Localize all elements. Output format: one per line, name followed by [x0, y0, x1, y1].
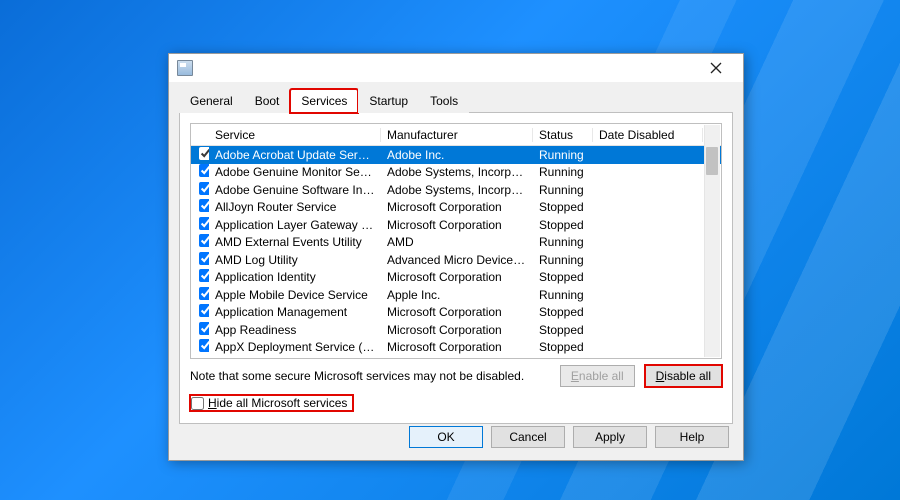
cell-manufacturer: Apple Inc.: [381, 288, 533, 302]
table-row[interactable]: Application IdentityMicrosoft Corporatio…: [191, 269, 721, 287]
row-checkbox[interactable]: [199, 217, 209, 230]
cell-service: Application Identity: [209, 270, 381, 284]
note-text: Note that some secure Microsoft services…: [190, 369, 550, 383]
cell-service: Adobe Genuine Software Integri...: [209, 183, 381, 197]
cell-status: Running: [533, 253, 593, 267]
row-checkbox[interactable]: [199, 199, 209, 212]
cell-status: Running: [533, 165, 593, 179]
cell-status: Stopped: [533, 200, 593, 214]
cell-manufacturer: AMD: [381, 235, 533, 249]
dialog-footer: OK Cancel Apply Help: [409, 426, 729, 448]
enable-all-button[interactable]: Enable all: [560, 365, 635, 387]
cell-status: Stopped: [533, 218, 593, 232]
cell-service: Application Layer Gateway Service: [209, 218, 381, 232]
table-row[interactable]: Adobe Genuine Software Integri...Adobe S…: [191, 181, 721, 199]
close-icon: [710, 62, 722, 74]
row-checkbox[interactable]: [199, 322, 209, 335]
cell-service: AMD Log Utility: [209, 253, 381, 267]
table-row[interactable]: AMD Log UtilityAdvanced Micro Devices, I…: [191, 251, 721, 269]
cell-service: Adobe Genuine Monitor Service: [209, 165, 381, 179]
close-button[interactable]: [697, 57, 735, 79]
cell-status: Stopped: [533, 270, 593, 284]
scrollbar-thumb[interactable]: [706, 147, 718, 175]
row-checkbox[interactable]: [199, 252, 209, 265]
scrollbar[interactable]: [704, 125, 720, 357]
cell-manufacturer: Advanced Micro Devices, I...: [381, 253, 533, 267]
table-row[interactable]: App ReadinessMicrosoft CorporationStoppe…: [191, 321, 721, 339]
table-row[interactable]: Apple Mobile Device ServiceApple Inc.Run…: [191, 286, 721, 304]
cell-manufacturer: Adobe Systems, Incorpora...: [381, 183, 533, 197]
disable-all-button[interactable]: Disable all: [645, 365, 722, 387]
cell-manufacturer: Microsoft Corporation: [381, 200, 533, 214]
row-checkbox[interactable]: [199, 234, 209, 247]
hide-ms-services-checkbox[interactable]: [191, 397, 204, 410]
col-date-disabled[interactable]: Date Disabled: [593, 128, 703, 142]
services-panel: Service Manufacturer Status Date Disable…: [179, 113, 733, 424]
list-header: Service Manufacturer Status Date Disable…: [191, 124, 721, 146]
cell-status: Running: [533, 183, 593, 197]
cell-service: AllJoyn Router Service: [209, 200, 381, 214]
cell-manufacturer: Microsoft Corporation: [381, 305, 533, 319]
cell-manufacturer: Microsoft Corporation: [381, 340, 533, 354]
apply-button[interactable]: Apply: [573, 426, 647, 448]
cell-service: Apple Mobile Device Service: [209, 288, 381, 302]
table-row[interactable]: Adobe Genuine Monitor ServiceAdobe Syste…: [191, 164, 721, 182]
row-checkbox[interactable]: [199, 339, 209, 352]
list-body: Adobe Acrobat Update ServiceAdobe Inc.Ru…: [191, 146, 721, 358]
titlebar: [169, 54, 743, 82]
cell-manufacturer: Microsoft Corporation: [381, 270, 533, 284]
cell-status: Running: [533, 288, 593, 302]
table-row[interactable]: AMD External Events UtilityAMDRunning: [191, 234, 721, 252]
cell-service: AMD External Events Utility: [209, 235, 381, 249]
cell-status: Running: [533, 148, 593, 162]
cancel-button[interactable]: Cancel: [491, 426, 565, 448]
cell-manufacturer: Adobe Inc.: [381, 148, 533, 162]
cell-service: App Readiness: [209, 323, 381, 337]
cell-service: AppX Deployment Service (AppX...: [209, 340, 381, 354]
row-checkbox[interactable]: [199, 269, 209, 282]
row-checkbox[interactable]: [199, 147, 209, 160]
msconfig-dialog: GeneralBootServicesStartupTools Service …: [168, 53, 744, 461]
help-button[interactable]: Help: [655, 426, 729, 448]
cell-status: Stopped: [533, 305, 593, 319]
tab-services[interactable]: Services: [290, 89, 358, 113]
services-list: Service Manufacturer Status Date Disable…: [190, 123, 722, 359]
table-row[interactable]: Application ManagementMicrosoft Corporat…: [191, 304, 721, 322]
tab-tools[interactable]: Tools: [419, 89, 469, 113]
col-service[interactable]: Service: [209, 128, 381, 142]
cell-status: Running: [533, 235, 593, 249]
table-row[interactable]: AppX Deployment Service (AppX...Microsof…: [191, 339, 721, 357]
cell-service: Adobe Acrobat Update Service: [209, 148, 381, 162]
table-row[interactable]: AllJoyn Router ServiceMicrosoft Corporat…: [191, 199, 721, 217]
row-checkbox[interactable]: [199, 182, 209, 195]
cell-status: Stopped: [533, 323, 593, 337]
tab-bar: GeneralBootServicesStartupTools: [179, 88, 733, 113]
cell-manufacturer: Adobe Systems, Incorpora...: [381, 165, 533, 179]
ok-button[interactable]: OK: [409, 426, 483, 448]
row-checkbox[interactable]: [199, 164, 209, 177]
tab-general[interactable]: General: [179, 89, 244, 113]
cell-service: Application Management: [209, 305, 381, 319]
col-manufacturer[interactable]: Manufacturer: [381, 128, 533, 142]
cell-status: Stopped: [533, 340, 593, 354]
row-checkbox[interactable]: [199, 304, 209, 317]
cell-manufacturer: Microsoft Corporation: [381, 323, 533, 337]
table-row[interactable]: Adobe Acrobat Update ServiceAdobe Inc.Ru…: [191, 146, 721, 164]
cell-manufacturer: Microsoft Corporation: [381, 218, 533, 232]
app-icon: [177, 60, 193, 76]
tab-startup[interactable]: Startup: [358, 89, 419, 113]
hide-ms-services-label[interactable]: Hide all Microsoft services: [190, 395, 353, 411]
tab-boot[interactable]: Boot: [244, 89, 291, 113]
table-row[interactable]: Application Layer Gateway ServiceMicroso…: [191, 216, 721, 234]
col-status[interactable]: Status: [533, 128, 593, 142]
row-checkbox[interactable]: [199, 287, 209, 300]
